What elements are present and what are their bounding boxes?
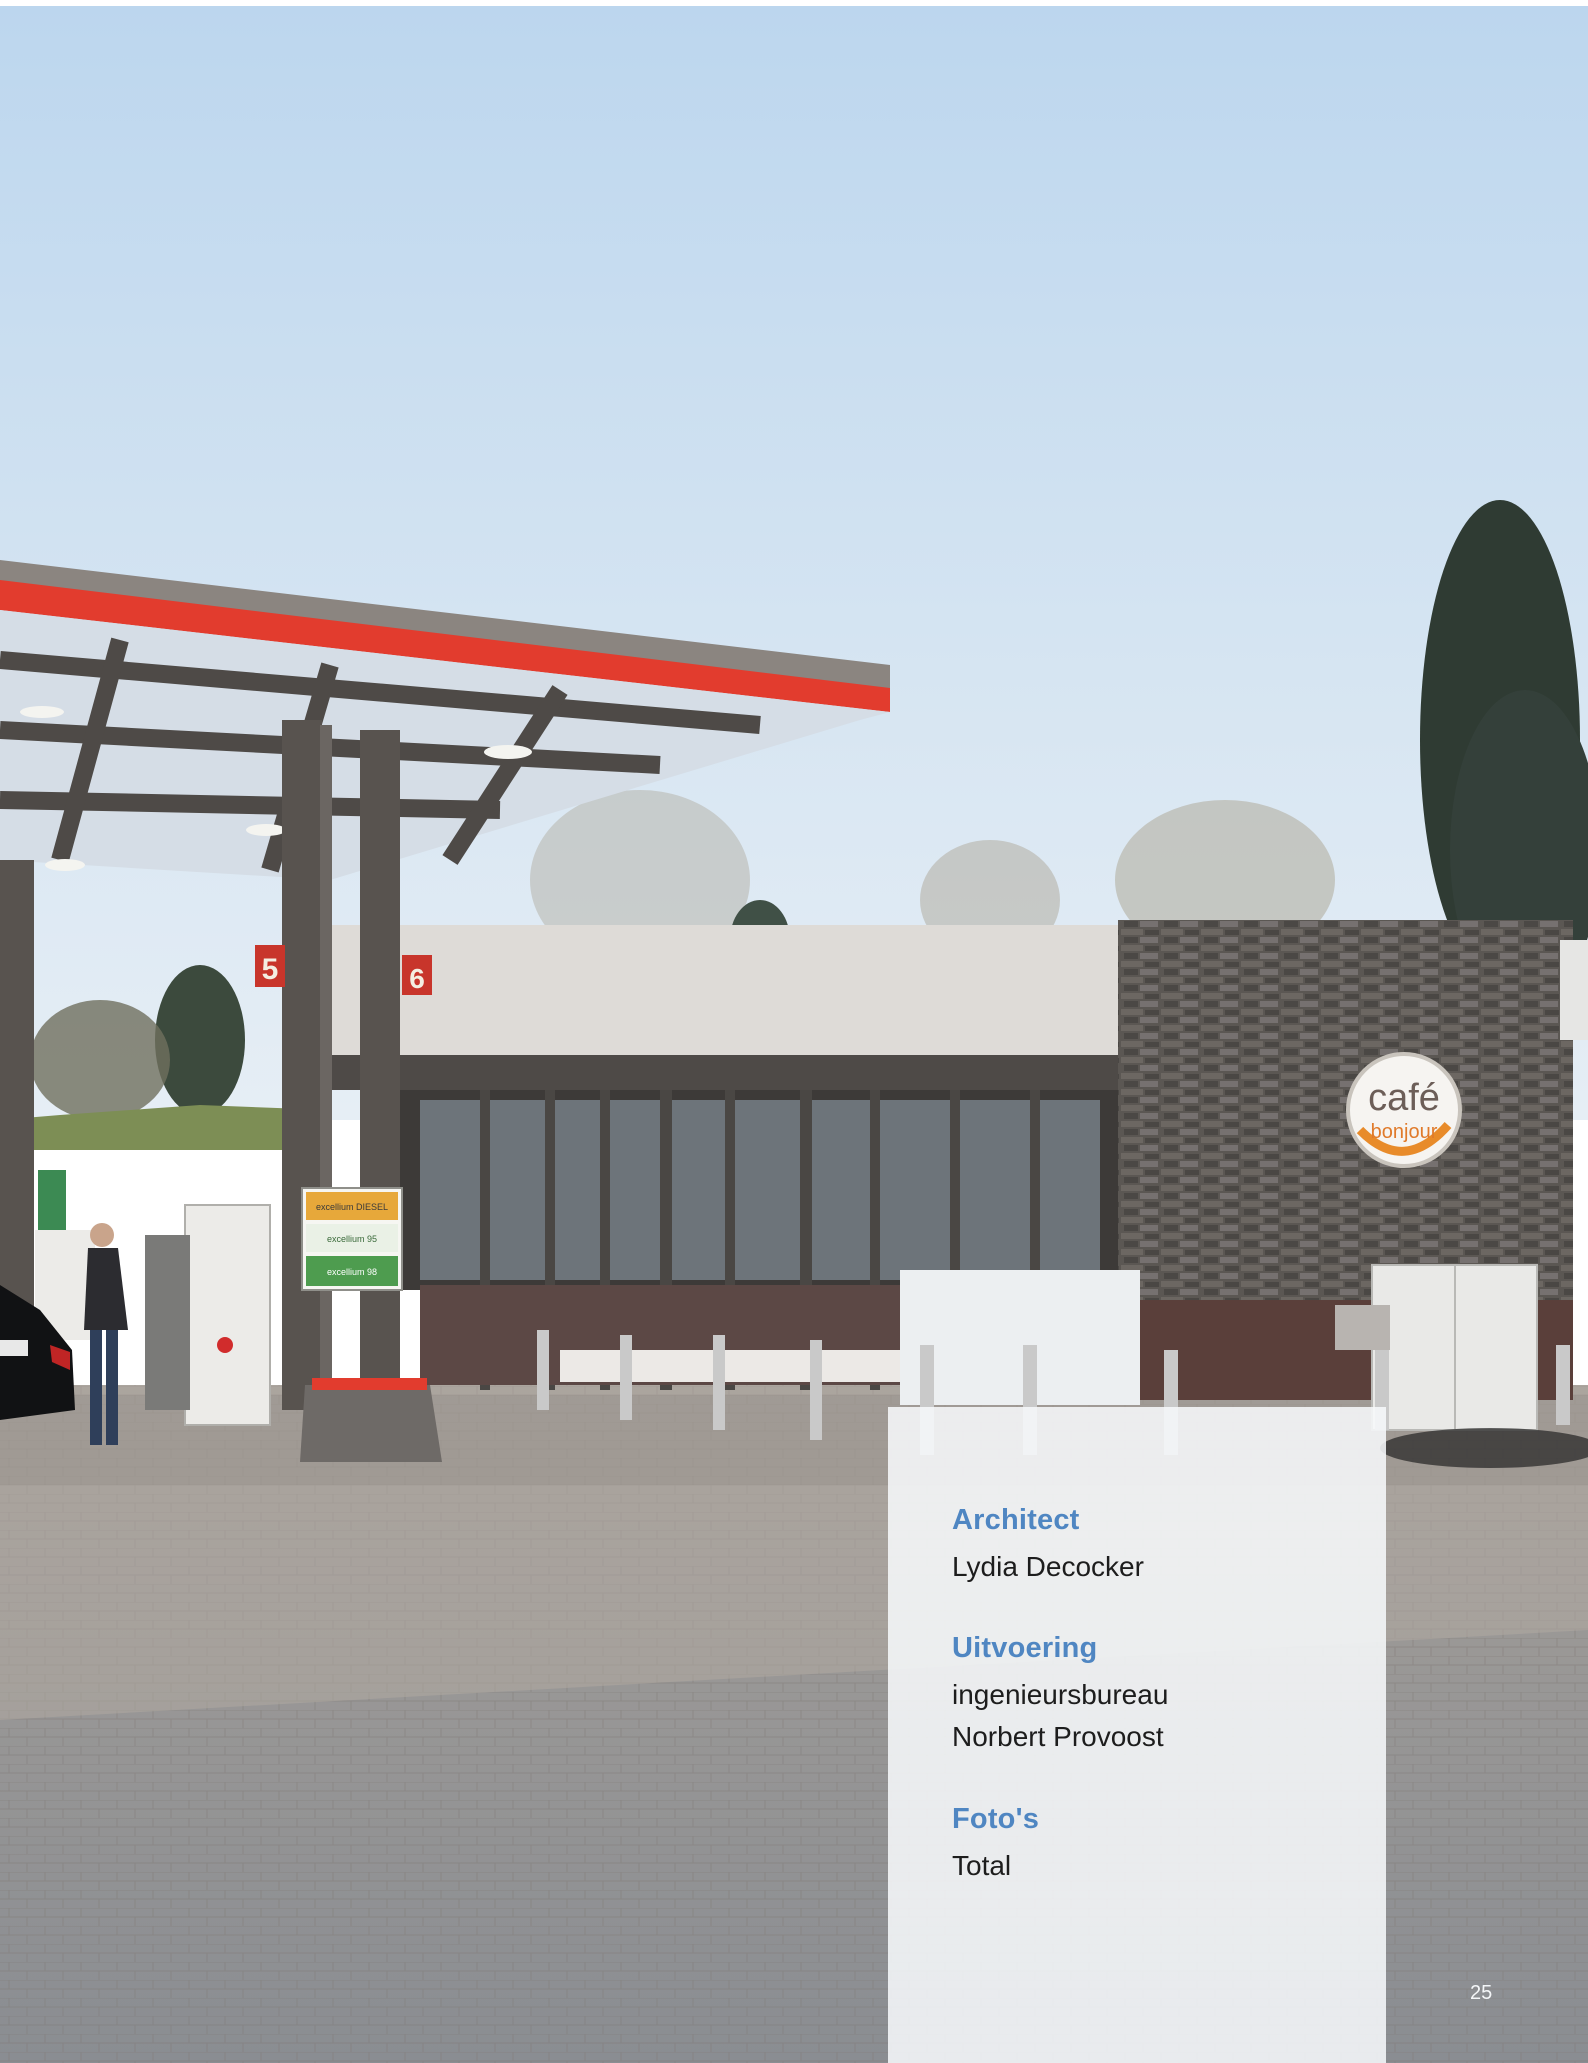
fuel-label-98: excellium 98 xyxy=(327,1267,377,1277)
credit-value-fotos: Total xyxy=(952,1850,1012,1881)
page-number: 25 xyxy=(1470,1982,1493,2004)
credit-heading-architect: Architect xyxy=(952,1504,1080,1536)
cafe-logo-word: café xyxy=(1368,1077,1440,1119)
fuel-label-95: excellium 95 xyxy=(327,1234,377,1244)
credit-heading-uitvoering: Uitvoering xyxy=(952,1632,1098,1664)
cafe-logo-subword: bonjour xyxy=(1371,1121,1438,1143)
credit-heading-fotos: Foto's xyxy=(952,1803,1040,1835)
credit-value-uitvoering-line1: ingenieursbureau xyxy=(952,1679,1169,1710)
pump-number-6: 6 xyxy=(409,963,425,994)
brochure-page: café bonjour 5 6 excellium DIESEL excell… xyxy=(0,0,1588,2063)
pump-number-5: 5 xyxy=(262,953,279,986)
fuel-sign: excellium DIESEL excellium 95 excellium … xyxy=(301,1187,403,1291)
credit-value-architect: Lydia Decocker xyxy=(952,1551,1144,1582)
credit-value-uitvoering-line2: Norbert Provoost xyxy=(952,1721,1164,1752)
fuel-label-diesel: excellium DIESEL xyxy=(316,1202,388,1212)
